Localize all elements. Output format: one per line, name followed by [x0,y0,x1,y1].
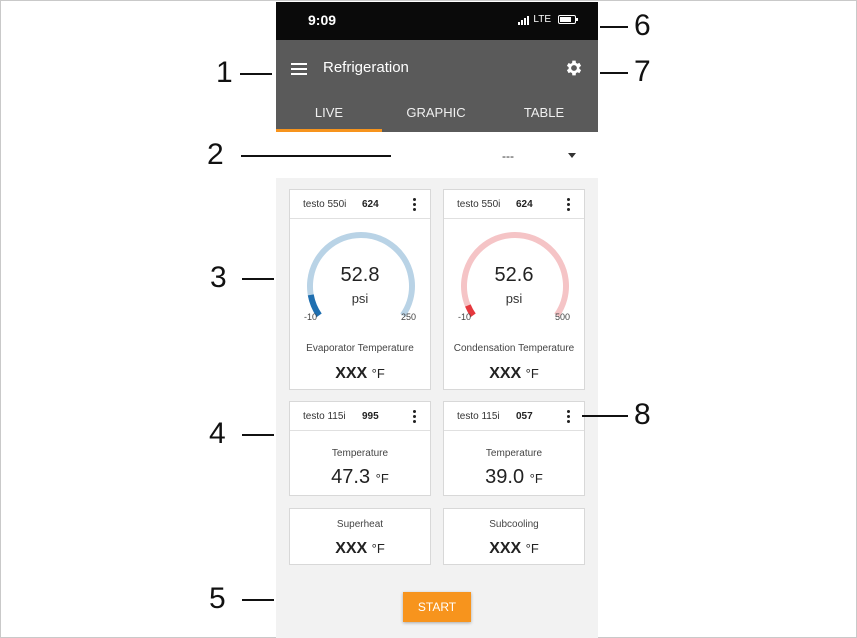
sensor-reading: 39.0 °F [444,466,584,489]
sensor-reading: XXX °F [444,540,584,558]
probe-name: testo 115i [303,411,346,422]
signal-icon [518,15,530,25]
reading-unit: °F [529,471,543,486]
menu-icon[interactable] [291,63,307,75]
callout-line [242,434,274,436]
sensor-reading: XXX °F [290,540,430,558]
callout-number: 1 [216,56,233,89]
gauge-max: 250 [400,312,416,322]
start-button[interactable]: START [403,592,471,622]
phone-screen: 9:09 LTE Refrigeration LIVE GRAPHIC TABL… [276,2,598,638]
gauge-max: 500 [554,312,570,322]
sensor-reading: 47.3 °F [290,466,430,489]
more-options-icon[interactable] [567,198,571,212]
probe-serial: 995 [362,411,379,422]
selector-value: --- [502,149,514,163]
card-header: testo 115i 057 [444,402,584,431]
callout-number: 4 [209,417,226,450]
callout-number: 7 [634,55,651,88]
callout-line [582,415,628,417]
tab-bar: LIVE GRAPHIC TABLE [276,96,598,132]
tab-live[interactable]: LIVE [276,96,382,132]
reading-unit: °F [371,541,385,556]
more-options-icon[interactable] [413,410,417,424]
callout-number: 8 [634,398,651,431]
chevron-down-icon [568,153,576,158]
network-label: LTE [533,14,551,25]
battery-icon [558,15,578,24]
sensor-label: Evaporator Temperature [306,343,414,354]
app-bar: Refrigeration LIVE GRAPHIC TABLE [276,40,598,132]
callout-line [242,599,274,601]
more-options-icon[interactable] [567,410,571,424]
callout-line [600,26,628,28]
status-bar: 9:09 LTE [276,2,598,40]
probe-serial: 624 [516,199,533,210]
card-header: testo 550i 624 [444,190,584,219]
reading-unit: °F [525,541,539,556]
superheat-card: Superheat XXX °F [289,508,431,565]
temperature-card-995: testo 115i 995 Temperature 47.3 °F [289,401,431,496]
probe-name: testo 550i [457,199,501,210]
callout-number: 6 [634,9,651,42]
reading-unit: °F [525,366,539,381]
reading-unit: °F [371,366,385,381]
reading-value: XXX [489,365,522,382]
gear-icon[interactable] [564,58,584,78]
callout-line [600,72,628,74]
sensor-label: Superheat [336,519,384,530]
pressure-card-evaporator: testo 550i 624 52.8 psi -10 250 Evaporat… [289,189,431,390]
sensor-reading: XXX °F [444,365,584,383]
sensor-label: Temperature [485,448,543,459]
more-options-icon[interactable] [413,198,417,212]
reading-value: 39.0 [485,466,525,488]
sensor-label: Subcooling [489,519,539,530]
callout-line [241,155,391,157]
sensor-reading: XXX °F [290,365,430,383]
gauge-value: 52.8 [340,264,380,286]
gauge-value: 52.6 [494,264,534,286]
reading-value: XXX [489,540,522,557]
probe-serial: 057 [516,411,533,422]
app-title: Refrigeration [323,59,409,76]
card-header: testo 115i 995 [290,402,430,431]
status-time: 9:09 [308,12,337,28]
callout-number: 5 [209,582,226,615]
tab-graphic[interactable]: GRAPHIC [382,96,490,132]
probe-name: testo 115i [457,411,500,422]
callout-line [240,73,272,75]
callout-line [242,278,274,280]
callout-number: 2 [207,138,224,171]
callout-number: 3 [210,261,227,294]
card-header: testo 550i 624 [290,190,430,219]
pressure-card-condensation: testo 550i 624 52.6 psi -10 500 Condensa… [443,189,585,390]
sensor-label: Condensation Temperature [453,343,575,354]
gauge-min: -10 [458,312,472,322]
reading-unit: °F [375,471,389,486]
sensor-label: Temperature [331,448,389,459]
reading-value: 47.3 [331,466,371,488]
temperature-card-057: testo 115i 057 Temperature 39.0 °F [443,401,585,496]
gauge-unit: psi [505,291,523,306]
gauge-unit: psi [351,291,369,306]
tab-table[interactable]: TABLE [490,96,598,132]
reading-value: XXX [335,365,368,382]
reading-value: XXX [335,540,368,557]
status-indicators: LTE [518,14,578,25]
gauge-min: -10 [304,312,318,322]
probe-serial: 624 [362,199,379,210]
subcooling-card: Subcooling XXX °F [443,508,585,565]
probe-name: testo 550i [303,199,347,210]
